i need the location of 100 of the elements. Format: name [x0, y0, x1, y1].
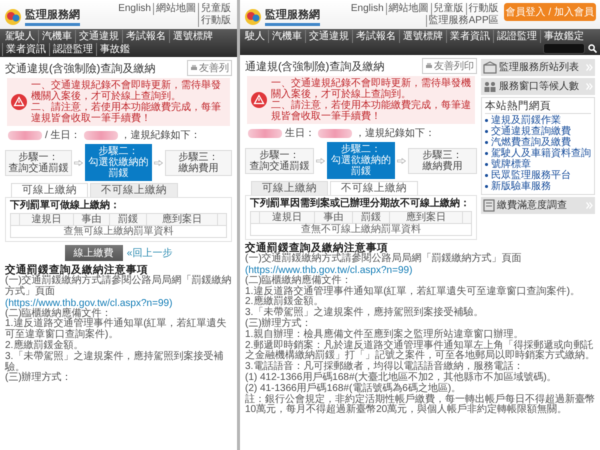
column-header: 應到案日 — [389, 212, 462, 224]
header-link[interactable]: English — [116, 3, 153, 15]
bullet-icon — [485, 141, 488, 144]
note-text: (三)辦理方式： — [245, 318, 312, 329]
warning-icon — [11, 94, 27, 110]
warning-text: 二、請注意，若使用本功能繳費完成，每筆違規皆會收取一筆手續費！ — [31, 102, 222, 124]
redacted-block — [248, 128, 282, 138]
note-text: 3.電話語音：凡可採郵繳者，均得以電話語音繳納，服務電話： — [245, 362, 524, 372]
search-icon — [588, 44, 597, 53]
record-caption: ，違規紀錄如下： — [355, 126, 435, 140]
tab[interactable]: 可線上繳納 — [11, 183, 88, 197]
table-heading: 下列罰單因需到案或已辦理分期故不可線上繳納： — [250, 198, 471, 210]
note-text: 2.郵遞即時銷案：凡於違反道路交通管理事件通知單左上角「得採郵遞或向郵託之金融機構繳納罰鍰」打「」記號之案件，可至各地郵局以即時銷案方式繳納。 — [245, 340, 595, 362]
document-icon — [483, 199, 495, 212]
url-link[interactable]: (https://www.thb.gov.tw/cl.aspx?n=99) — [5, 298, 232, 309]
warning-text: 一、交通違規紀錄不會即時更新，需待舉發機關入案後，才可於線上查詢到。 — [271, 78, 471, 100]
bullet-icon — [485, 130, 488, 133]
step-title: 步驟二： — [98, 146, 140, 157]
column-header: 違規日 — [260, 212, 315, 224]
birthday-label: 生日： — [285, 126, 315, 140]
tab[interactable]: 不可線上繳納 — [90, 183, 178, 197]
nav-item[interactable]: 考試報名 — [122, 30, 169, 43]
header-link[interactable]: 網站地圖 — [153, 3, 198, 15]
notes-title: 交通罰鍰查詢及繳納注意事項 — [245, 242, 388, 254]
nav-item[interactable]: 業者資訊 — [2, 43, 49, 56]
bullet-icon — [485, 163, 488, 166]
nav-item[interactable]: 駕駛人 — [2, 30, 38, 43]
survey-button[interactable]: 繳費滿意度調查 — [481, 197, 595, 214]
table-cell: 查無不可線上繳納罰單資料 — [250, 224, 472, 236]
popular-page-link[interactable]: 駕駛人及車籍資料查詢 — [491, 148, 591, 159]
print-button[interactable]: 友善列 — [187, 60, 232, 76]
note-text: (二)臨櫃繳納應備文件： — [245, 276, 352, 286]
warning-text: 二、請注意，若使用本功能繳費完成，每筆違規皆會收取一筆手續費！ — [271, 100, 471, 122]
birthday-label: / 生日： — [45, 128, 81, 142]
step-title: 步驟一： — [258, 150, 300, 160]
redacted-block — [84, 130, 118, 140]
note-text: 註：銀行公會規定，非約定活期性帳戶繳費，每一轉出帳戶每日不得超過新臺幣10萬元，每月不得超過新臺幣20萬元，與個人帳戶非約定轉帳限額無關。 — [245, 394, 595, 416]
note-text: 3.「未帶駕照」之違規案件，應持駕照到案接受補驗。 — [5, 352, 224, 373]
nav-item[interactable]: 選號標牌 — [399, 30, 446, 43]
site-logo-text: 監理服務網 — [265, 7, 320, 22]
header-link[interactable]: 兒童版 — [430, 3, 466, 15]
tab[interactable]: 不可線上繳納 — [330, 181, 418, 195]
popular-page-link[interactable]: 汽燃費查詢及繳費 — [491, 137, 571, 148]
note-text: (1) 412-1366用戶碼168#(大臺北地區不加2，其他縣市不加區域號碼)。 — [245, 372, 558, 383]
nav-item[interactable]: 事故鑑 — [96, 43, 133, 56]
nav-item[interactable]: 業者資訊 — [446, 30, 493, 43]
sidebar-button[interactable]: 服務窗口等候人數 — [481, 78, 595, 95]
site-logo-text: 監理服務網 — [25, 7, 80, 22]
nav-item[interactable]: 選號標牌 — [169, 30, 216, 43]
nav-item[interactable]: 交通違規 — [305, 30, 352, 43]
note-text: 2.應繳罰鍰金額。 — [245, 297, 324, 308]
url-link[interactable]: (https://www.thb.gov.tw/cl.aspx?n=99) — [245, 264, 595, 276]
nav-item[interactable]: 駛人 — [242, 30, 268, 43]
nav-item[interactable]: 考試報名 — [352, 30, 399, 43]
note-text: 1.違反道路交通管理事件通知單(紅單，若紅單遺失可至違章窗口查詢案件)。 — [5, 319, 228, 340]
table-heading: 下列罰單可做線上繳納： — [10, 200, 121, 212]
popular-page-link[interactable]: 民眾監理服務平台 — [491, 170, 571, 181]
search-field[interactable] — [543, 43, 585, 54]
note-text: 3.「未帶駕照」之違規案件，應持駕照到案接受補驗。 — [245, 308, 484, 318]
print-button[interactable]: 友善列印 — [422, 58, 477, 74]
step-title: 步驟三： — [422, 150, 464, 160]
note-text: 1.違反道路交通管理事件通知單(紅單，若紅單遺失可至違章窗口查詢案件)。 — [245, 286, 581, 297]
nav-item[interactable]: 汽機車 — [268, 30, 305, 43]
search-button[interactable] — [587, 43, 598, 54]
step-text: 勾選欲繳納的罰鍰 — [330, 155, 392, 177]
tab[interactable]: 可線上繳納 — [251, 181, 328, 195]
panel-heading: 本站熱門網頁 — [485, 100, 591, 114]
popular-page-link[interactable]: 新版驗車服務 — [491, 181, 551, 192]
nav-item[interactable]: 交通違規 — [75, 30, 122, 43]
logo-underline — [25, 23, 80, 26]
pay-online-button[interactable]: 線上繳費 — [64, 245, 123, 261]
sidebar-button[interactable]: 監理服務所站列表 — [481, 59, 595, 76]
header-link[interactable]: 監理服務APP區 — [426, 15, 501, 27]
note-text: 1.親自辦理：檢具應備文件至應到案之監理所站違章窗口辦理。 — [245, 330, 524, 340]
emblem-icon — [244, 8, 262, 26]
popular-page-link[interactable]: 交通違規查詢繳費 — [491, 126, 571, 137]
emblem-icon — [4, 8, 22, 26]
chevron-icon — [586, 202, 593, 209]
column-header: 違規日 — [20, 214, 74, 226]
popular-page-link[interactable]: 違規及罰鍰作業 — [491, 115, 561, 126]
nav-item[interactable]: 認證監理 — [49, 43, 96, 56]
arrow-icon — [316, 158, 325, 164]
header-link[interactable]: English — [348, 3, 386, 15]
nav-item[interactable]: 汽機車 — [38, 30, 75, 43]
popular-page-link[interactable]: 號牌標章 — [491, 159, 531, 170]
header-link[interactable]: 行動版 — [198, 15, 233, 27]
arrow-icon — [397, 158, 406, 164]
step-title: 步驟三： — [178, 152, 220, 162]
header-link[interactable]: 網站地圖 — [386, 3, 431, 15]
header-link[interactable]: 兒童版 — [198, 3, 233, 15]
step-text: 查詢交通罰鍰 — [8, 162, 69, 174]
notes-title: 交通罰鍰查詢及繳納注意事項 — [5, 264, 148, 276]
header-link[interactable]: 行動版 — [466, 3, 501, 15]
nav-item[interactable]: 認證監理 — [493, 30, 540, 43]
step-text: 繳納費用 — [178, 162, 220, 174]
back-link[interactable]: «回上一步 — [126, 246, 172, 260]
column-header: 事由 — [73, 214, 110, 226]
printer-icon — [190, 64, 198, 72]
column-header: 罰鍰 — [352, 212, 390, 224]
bullet-icon — [485, 185, 488, 188]
